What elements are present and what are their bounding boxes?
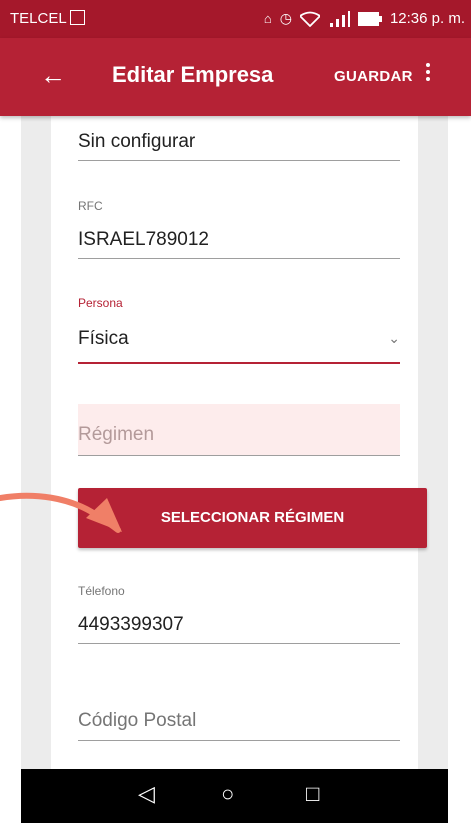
- rfc-value: ISRAEL789012: [78, 229, 209, 250]
- app-bar: ← Editar Empresa GUARDAR: [0, 38, 471, 116]
- nav-home-icon[interactable]: ○: [221, 781, 234, 807]
- wifi-icon: [299, 11, 320, 27]
- regimen-placeholder: Régimen: [78, 424, 155, 445]
- arrow-left-icon[interactable]: ←: [40, 60, 66, 90]
- regimen-field[interactable]: Régimen: [78, 404, 400, 456]
- content-area: Sin configurar RFC ISRAEL789012 Persona …: [21, 116, 448, 769]
- telefono-label: Télefono: [78, 584, 125, 598]
- form-card: Sin configurar RFC ISRAEL789012 Persona …: [51, 116, 427, 769]
- codigo-postal-placeholder: Código Postal: [78, 710, 197, 731]
- regimen-underline: [78, 455, 400, 456]
- battery-icon: [357, 11, 382, 26]
- codigo-postal-underline: [78, 740, 400, 741]
- persona-value: Física: [78, 328, 129, 349]
- rfc-label: RFC: [78, 199, 103, 213]
- codigo-postal-field[interactable]: Código Postal: [78, 700, 400, 760]
- alarm-icon: ◷: [279, 10, 292, 26]
- signal-icon: [329, 10, 350, 27]
- status-icons: ⌂ ◷ 12:36 p. m.: [264, 10, 465, 27]
- save-button[interactable]: GUARDAR: [334, 68, 413, 85]
- persona-select[interactable]: Persona Física ⌄: [78, 296, 400, 366]
- config-value: Sin configurar: [78, 131, 196, 152]
- telefono-underline: [78, 643, 400, 644]
- persona-underline: [78, 362, 400, 364]
- telefono-field[interactable]: Télefono 4493399307: [78, 584, 400, 644]
- vibrate-icon: ⌂: [263, 11, 272, 26]
- nav-back-icon[interactable]: ◁: [138, 781, 155, 807]
- chevron-down-icon: ⌄: [388, 330, 400, 346]
- image-icon: [70, 10, 85, 25]
- config-underline: [78, 160, 400, 161]
- rfc-underline: [78, 258, 400, 259]
- persona-label: Persona: [78, 296, 123, 310]
- nav-recent-icon[interactable]: □: [306, 781, 319, 807]
- status-bar: TELCEL ⌂ ◷ 12:36 p. m.: [0, 0, 471, 38]
- page-title: Editar Empresa: [112, 62, 274, 87]
- telefono-value: 4493399307: [78, 614, 184, 635]
- nav-bar: ◁ ○ □: [21, 769, 448, 823]
- more-vert-icon[interactable]: [418, 60, 438, 90]
- rfc-field[interactable]: RFC ISRAEL789012: [78, 199, 400, 259]
- config-field[interactable]: Sin configurar: [78, 116, 400, 161]
- annotation-arrow: [0, 492, 122, 533]
- carrier-label: TELCEL: [10, 10, 67, 27]
- clock: 12:36 p. m.: [389, 10, 465, 27]
